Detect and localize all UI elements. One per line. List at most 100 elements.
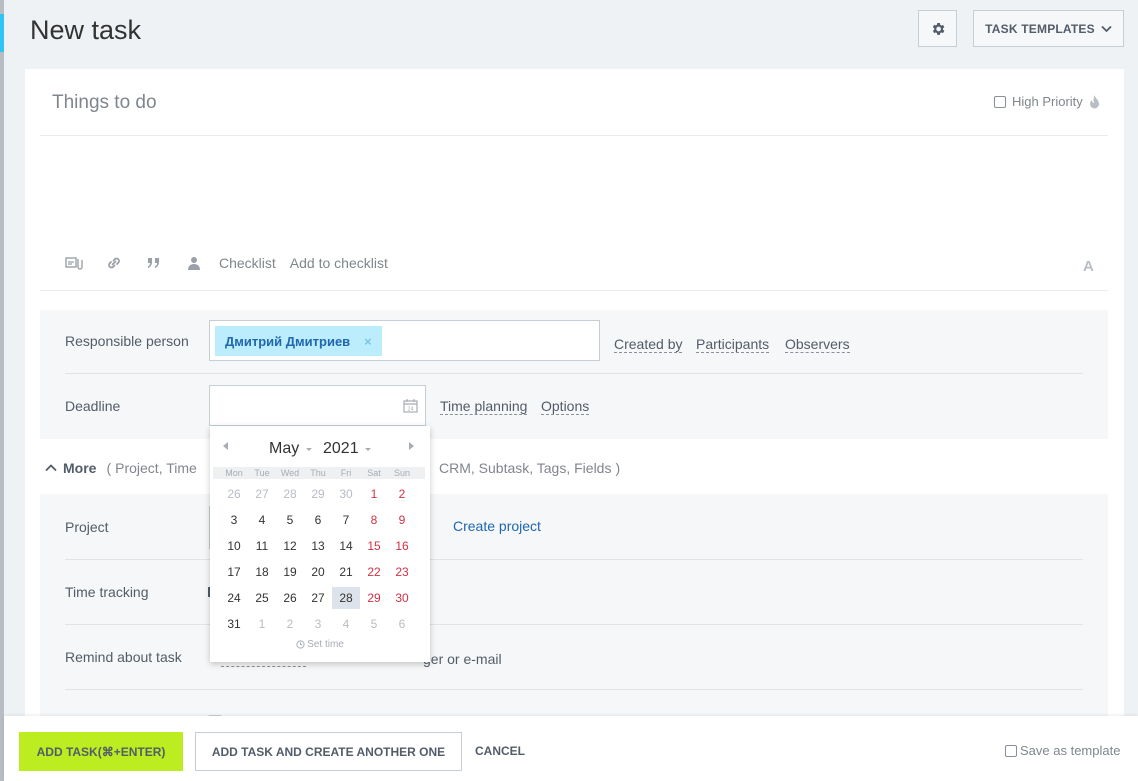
clock-icon xyxy=(296,640,305,649)
time-tracking-label: Time tracking xyxy=(65,584,149,600)
calendar-day[interactable]: 29 xyxy=(360,587,388,609)
calendar-day[interactable]: 6 xyxy=(388,613,416,635)
responsible-person-name: Дмитрий Дмитриев xyxy=(225,333,351,349)
calendar-day[interactable]: 18 xyxy=(248,561,276,583)
task-templates-button[interactable]: TASK TEMPLATES xyxy=(973,10,1124,47)
calendar-day[interactable]: 9 xyxy=(388,509,416,531)
more-close-paren: ) xyxy=(615,460,621,476)
calendar-day[interactable]: 23 xyxy=(388,561,416,583)
link-icon[interactable] xyxy=(105,255,123,271)
calendar-month-select[interactable]: May xyxy=(269,440,299,458)
calendar-day[interactable]: 25 xyxy=(248,587,276,609)
calendar-day-today[interactable]: 28 xyxy=(332,587,360,609)
calendar-day[interactable]: 7 xyxy=(332,509,360,531)
next-month-arrow-icon[interactable] xyxy=(409,442,414,450)
calendar-day[interactable]: 4 xyxy=(248,509,276,531)
calendar-day[interactable]: 1 xyxy=(360,483,388,505)
calendar-day[interactable]: 11 xyxy=(248,535,276,557)
calendar-week: 26 27 28 29 30 1 2 xyxy=(220,483,416,505)
gear-icon xyxy=(932,22,944,35)
calendar-day[interactable]: 15 xyxy=(360,535,388,557)
calendar-day[interactable]: 12 xyxy=(276,535,304,557)
add-to-checklist-link[interactable]: Add to checklist xyxy=(290,255,388,271)
calendar-day[interactable]: 24 xyxy=(220,587,248,609)
weekday-label: Sat xyxy=(367,468,381,478)
calendar-day[interactable]: 27 xyxy=(304,587,332,609)
cancel-button[interactable]: CANCEL xyxy=(475,744,525,758)
responsible-person-field[interactable]: Дмитрий Дмитриев × xyxy=(209,320,600,361)
mention-user-icon[interactable] xyxy=(185,255,203,271)
previous-month-arrow-icon[interactable] xyxy=(223,442,228,450)
calendar-day[interactable]: 19 xyxy=(276,561,304,583)
create-project-link[interactable]: Create project xyxy=(453,518,541,534)
calendar-day[interactable]: 3 xyxy=(220,509,248,531)
calendar-year-select[interactable]: 2021 xyxy=(323,440,359,458)
remove-person-icon[interactable]: × xyxy=(364,334,372,349)
calendar-day[interactable]: 29 xyxy=(304,483,332,505)
more-toggle[interactable]: More ( Project, Time xyxy=(45,460,197,476)
calendar-day[interactable]: 26 xyxy=(220,483,248,505)
calendar-week: 17 18 19 20 21 22 23 xyxy=(220,561,416,583)
month-caret-icon xyxy=(306,448,312,451)
save-as-template-toggle[interactable]: Save as template xyxy=(1005,743,1120,758)
high-priority-checkbox[interactable] xyxy=(994,95,1006,108)
task-title-input[interactable]: Things to do xyxy=(52,92,157,114)
created-by-link[interactable]: Created by xyxy=(614,336,683,353)
calendar-day[interactable]: 20 xyxy=(304,561,332,583)
calendar-day[interactable]: 13 xyxy=(304,535,332,557)
save-as-template-checkbox[interactable] xyxy=(1005,744,1017,757)
weekday-label: Fri xyxy=(340,468,352,478)
calendar-day[interactable]: 28 xyxy=(276,483,304,505)
calendar-day[interactable]: 2 xyxy=(388,483,416,505)
deadline-input[interactable]: 24 xyxy=(209,385,426,426)
calendar-day[interactable]: 6 xyxy=(304,509,332,531)
calendar-day[interactable]: 8 xyxy=(360,509,388,531)
options-link[interactable]: Options xyxy=(541,398,590,415)
calendar-day[interactable]: 26 xyxy=(276,587,304,609)
calendar-day[interactable]: 16 xyxy=(388,535,416,557)
calendar-day[interactable]: 21 xyxy=(332,561,360,583)
project-label: Project xyxy=(65,519,109,535)
calendar-day[interactable]: 17 xyxy=(220,561,248,583)
calendar-day[interactable]: 10 xyxy=(220,535,248,557)
calendar-day[interactable]: 27 xyxy=(248,483,276,505)
more-items-right: CRM, Subtask, Tags, Fields xyxy=(439,460,612,476)
task-form: Things to do High Priority Checklist Add… xyxy=(25,69,1124,719)
calendar-day[interactable]: 4 xyxy=(332,613,360,635)
calendar-day[interactable]: 5 xyxy=(276,509,304,531)
calendar-icon[interactable]: 24 xyxy=(403,399,418,413)
date-picker-popup: May 2021 Mon Tue Wed Thu Fri Sat Sun 26 … xyxy=(210,426,430,662)
remind-link-underline[interactable] xyxy=(221,666,306,667)
calendar-day[interactable]: 3 xyxy=(304,613,332,635)
settings-button[interactable] xyxy=(918,10,957,47)
participants-link[interactable]: Participants xyxy=(696,336,770,353)
set-time-link[interactable]: Set time xyxy=(210,639,430,650)
calendar-day[interactable]: 22 xyxy=(360,561,388,583)
add-task-button[interactable]: ADD TASK(⌘+ENTER) xyxy=(19,732,183,771)
calendar-day[interactable]: 2 xyxy=(276,613,304,635)
checklist-link[interactable]: Checklist xyxy=(219,255,276,271)
weekday-label: Wed xyxy=(280,468,300,478)
text-format-icon[interactable]: A xyxy=(1083,258,1094,275)
responsible-person-chip[interactable]: Дмитрий Дмитриев × xyxy=(215,326,382,356)
quote-icon[interactable] xyxy=(145,255,163,271)
observers-link[interactable]: Observers xyxy=(785,336,850,353)
row-divider xyxy=(65,373,1083,374)
weekday-label: Mon xyxy=(225,468,243,478)
calendar-day[interactable]: 31 xyxy=(220,613,248,635)
more-open-paren: ( xyxy=(106,460,112,476)
calendar-day[interactable]: 30 xyxy=(332,483,360,505)
calendar-day[interactable]: 1 xyxy=(248,613,276,635)
calendar-day[interactable]: 30 xyxy=(388,587,416,609)
attach-file-icon[interactable] xyxy=(65,255,83,271)
svg-text:24: 24 xyxy=(407,407,413,413)
calendar-day[interactable]: 14 xyxy=(332,535,360,557)
task-description-area[interactable] xyxy=(40,139,1108,244)
high-priority-toggle[interactable]: High Priority xyxy=(994,94,1100,109)
toolbar-divider xyxy=(40,290,1108,291)
title-divider xyxy=(40,135,1108,136)
time-planning-link[interactable]: Time planning xyxy=(440,398,528,415)
left-edge-bar xyxy=(0,0,4,781)
calendar-day[interactable]: 5 xyxy=(360,613,388,635)
add-task-and-create-another-button[interactable]: ADD TASK AND CREATE ANOTHER ONE xyxy=(195,732,462,771)
